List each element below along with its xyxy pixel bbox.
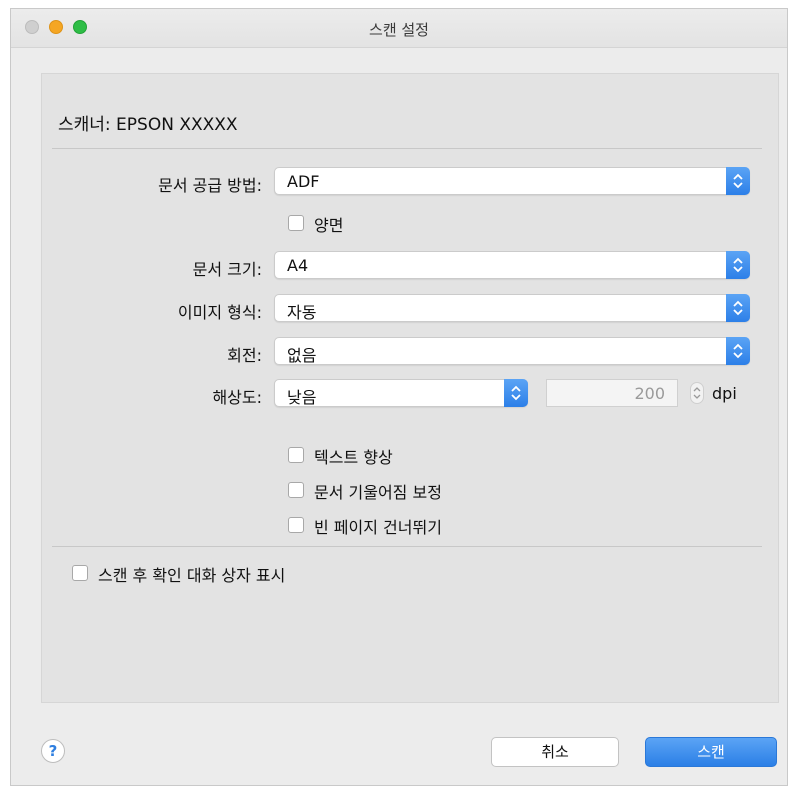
settings-panel: 스캐너: EPSON XXXXX 문서 공급 방법: ADF 양면 문서 크기:… (41, 73, 779, 703)
size-value: A4 (287, 256, 309, 275)
scan-button[interactable]: 스캔 (645, 737, 777, 767)
chevron-updown-icon (726, 251, 750, 279)
skip-blank-label: 빈 페이지 건너뛰기 (314, 518, 442, 537)
chevron-updown-icon (504, 379, 528, 407)
chevron-updown-icon (726, 167, 750, 195)
dpi-unit: dpi (712, 384, 737, 403)
duplex-checkbox[interactable] (288, 215, 304, 231)
chevron-updown-icon (726, 337, 750, 365)
format-select[interactable]: 자동 (274, 294, 750, 322)
rotation-label: 회전: (227, 346, 262, 365)
help-button[interactable]: ? (41, 739, 65, 763)
dpi-value: 200 (634, 384, 665, 403)
divider (52, 546, 762, 547)
source-label: 문서 공급 방법: (158, 176, 262, 195)
deskew-checkbox[interactable] (288, 482, 304, 498)
confirm-dialog-checkbox[interactable] (72, 565, 88, 581)
title-bar: 스캔 설정 (11, 9, 787, 48)
size-label: 문서 크기: (192, 260, 262, 279)
rotation-select[interactable]: 없음 (274, 337, 750, 365)
text-enhance-label: 텍스트 향상 (314, 448, 393, 467)
scanner-name: 스캐너: EPSON XXXXX (58, 115, 238, 135)
text-enhance-checkbox[interactable] (288, 447, 304, 463)
resolution-value: 낮음 (287, 388, 317, 407)
dpi-stepper[interactable] (690, 382, 704, 404)
format-label: 이미지 형식: (177, 303, 262, 322)
deskew-label: 문서 기울어짐 보정 (314, 483, 442, 502)
resolution-label: 해상도: (212, 388, 262, 407)
rotation-value: 없음 (287, 346, 317, 365)
dpi-input[interactable]: 200 (546, 379, 678, 407)
scan-settings-dialog: 스캔 설정 스캐너: EPSON XXXXX 문서 공급 방법: ADF 양면 … (10, 8, 788, 786)
source-value: ADF (287, 172, 320, 191)
chevron-updown-icon (726, 294, 750, 322)
duplex-label: 양면 (314, 216, 344, 235)
confirm-dialog-label: 스캔 후 확인 대화 상자 표시 (98, 566, 286, 585)
size-select[interactable]: A4 (274, 251, 750, 279)
skip-blank-checkbox[interactable] (288, 517, 304, 533)
format-value: 자동 (287, 303, 317, 322)
resolution-select[interactable]: 낮음 (274, 379, 528, 407)
divider (52, 148, 762, 149)
window-title: 스캔 설정 (369, 21, 429, 39)
cancel-button[interactable]: 취소 (491, 737, 619, 767)
source-select[interactable]: ADF (274, 167, 750, 195)
